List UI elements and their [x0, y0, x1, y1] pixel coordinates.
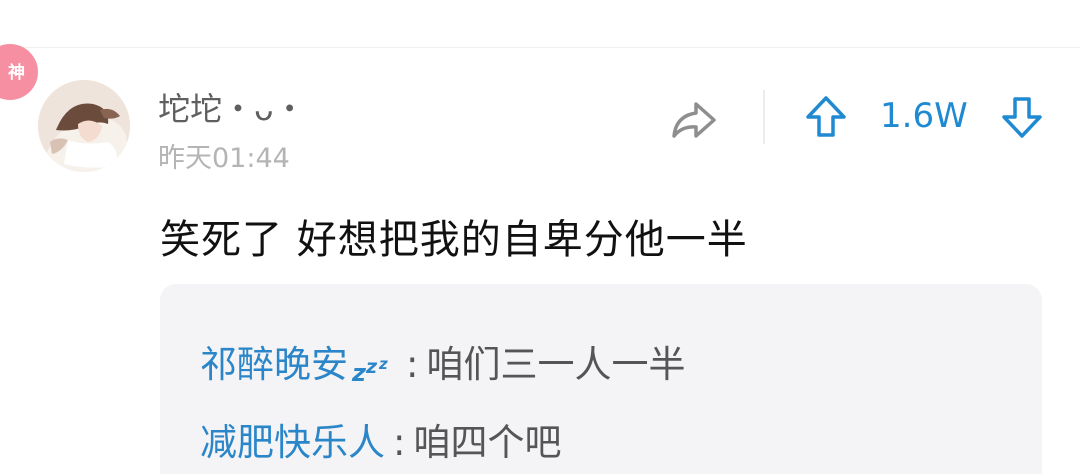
avatar-illustration-icon	[38, 80, 130, 172]
reply-separator: :	[406, 343, 419, 386]
god-comment-badge: 神	[0, 44, 38, 100]
comment-content: 笑死了 好想把我的自卑分他一半	[160, 217, 748, 263]
post-timestamp: 昨天01:44	[158, 143, 290, 174]
svg-text:z: z	[378, 355, 388, 373]
comment-page: 神 坨坨・ᴗ・ 昨天01:44 1.6W 笑死了 好想把我的自卑分他一半 祁醉晚…	[0, 0, 1080, 474]
svg-text:z: z	[351, 359, 367, 387]
upvote-button[interactable]	[802, 93, 850, 141]
reply-item[interactable]: 减肥快乐人: 咱四个吧	[200, 412, 561, 466]
reply-text: 咱四个吧	[413, 421, 562, 464]
reply-author[interactable]: 减肥快乐人	[200, 421, 385, 464]
reply-item[interactable]: 祁醉晚安 z z z : 咱们三一人一半	[200, 334, 685, 388]
username[interactable]: 坨坨・ᴗ・	[158, 84, 306, 130]
up-arrow-icon	[806, 96, 846, 137]
action-divider	[763, 90, 765, 144]
replies-box[interactable]: 祁醉晚安 z z z : 咱们三一人一半 减肥快乐人: 咱四个吧	[160, 284, 1042, 474]
svg-text:z: z	[365, 356, 378, 378]
reply-separator: :	[393, 421, 406, 464]
downvote-button[interactable]	[998, 93, 1046, 141]
reply-author[interactable]: 祁醉晚安	[200, 343, 348, 386]
down-arrow-icon	[1002, 97, 1042, 138]
share-button[interactable]	[668, 96, 720, 144]
god-badge-label: 神	[8, 63, 25, 83]
avatar[interactable]	[38, 80, 130, 172]
zzz-sleep-icon: z z z	[351, 355, 388, 387]
reply-text: 咱们三一人一半	[426, 343, 686, 386]
vote-count: 1.6W	[880, 96, 968, 136]
top-divider	[0, 47, 1080, 48]
share-arrow-icon	[672, 102, 716, 138]
